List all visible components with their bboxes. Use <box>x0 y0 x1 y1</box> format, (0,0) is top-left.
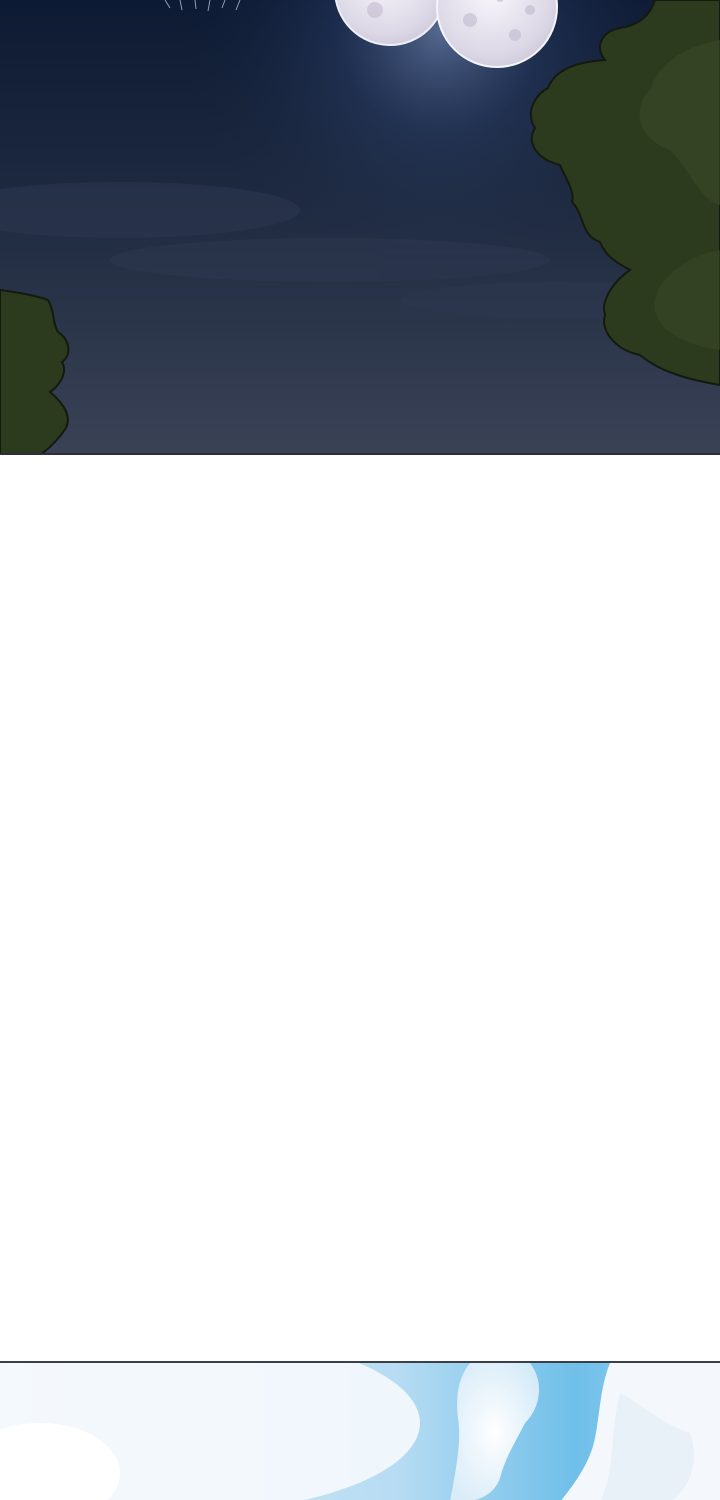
day-sky-illustration <box>0 1363 720 1500</box>
night-sky-illustration <box>0 0 720 453</box>
blank-gutter <box>0 455 720 1361</box>
night-sky-panel <box>0 0 720 455</box>
day-clouds <box>0 1363 720 1500</box>
day-sky-panel <box>0 1361 720 1500</box>
